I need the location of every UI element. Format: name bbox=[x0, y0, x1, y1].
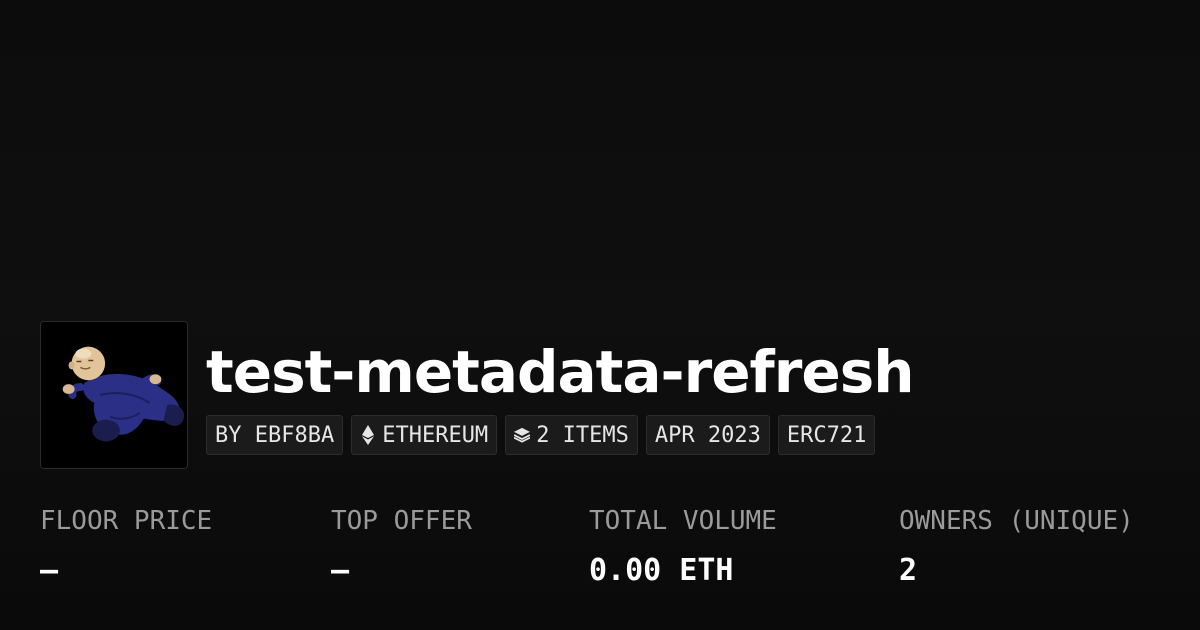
floor-price-stat: FLOOR PRICE – bbox=[40, 503, 212, 589]
total-volume-stat: TOTAL VOLUME 0.00 ETH bbox=[589, 503, 777, 589]
floor-price-value: – bbox=[40, 553, 59, 588]
date-chip: APR 2023 bbox=[645, 415, 770, 455]
owners-label: OWNERS (UNIQUE) bbox=[899, 506, 1134, 536]
standard-chip: ERC721 bbox=[777, 415, 876, 455]
collection-avatar bbox=[40, 321, 188, 469]
top-offer-stat: TOP OFFER – bbox=[331, 503, 472, 589]
floor-price-label: FLOOR PRICE bbox=[40, 506, 213, 536]
owners-value: 2 bbox=[899, 553, 918, 588]
top-offer-label: TOP OFFER bbox=[331, 506, 472, 536]
collection-stats: FLOOR PRICE – TOP OFFER – TOTAL VOLUME 0… bbox=[0, 503, 1200, 603]
ethereum-icon bbox=[360, 424, 376, 446]
items-label: 2 ITEMS bbox=[536, 422, 629, 448]
top-offer-value: – bbox=[331, 553, 350, 588]
creator-chip[interactable]: BY EBF8BA bbox=[206, 415, 344, 455]
layers-icon bbox=[514, 424, 531, 446]
creator-label: BY EBF8BA bbox=[215, 422, 335, 448]
chain-chip[interactable]: ETHEREUM bbox=[351, 415, 498, 455]
collection-title: test-metadata-refresh bbox=[206, 338, 915, 406]
total-volume-value: 0.00 ETH bbox=[589, 553, 734, 588]
total-volume-label: TOTAL VOLUME bbox=[589, 506, 777, 536]
chain-label: ETHEREUM bbox=[382, 422, 489, 448]
sleeping-character-avatar bbox=[41, 322, 187, 468]
collection-meta-chips: BY EBF8BA ETHEREUM 2 ITEMS APR 2023 ERC7… bbox=[206, 415, 876, 455]
items-chip[interactable]: 2 ITEMS bbox=[505, 415, 638, 455]
owners-stat: OWNERS (UNIQUE) 2 bbox=[899, 503, 1134, 589]
standard-label: ERC721 bbox=[786, 422, 867, 448]
date-label: APR 2023 bbox=[654, 422, 761, 448]
